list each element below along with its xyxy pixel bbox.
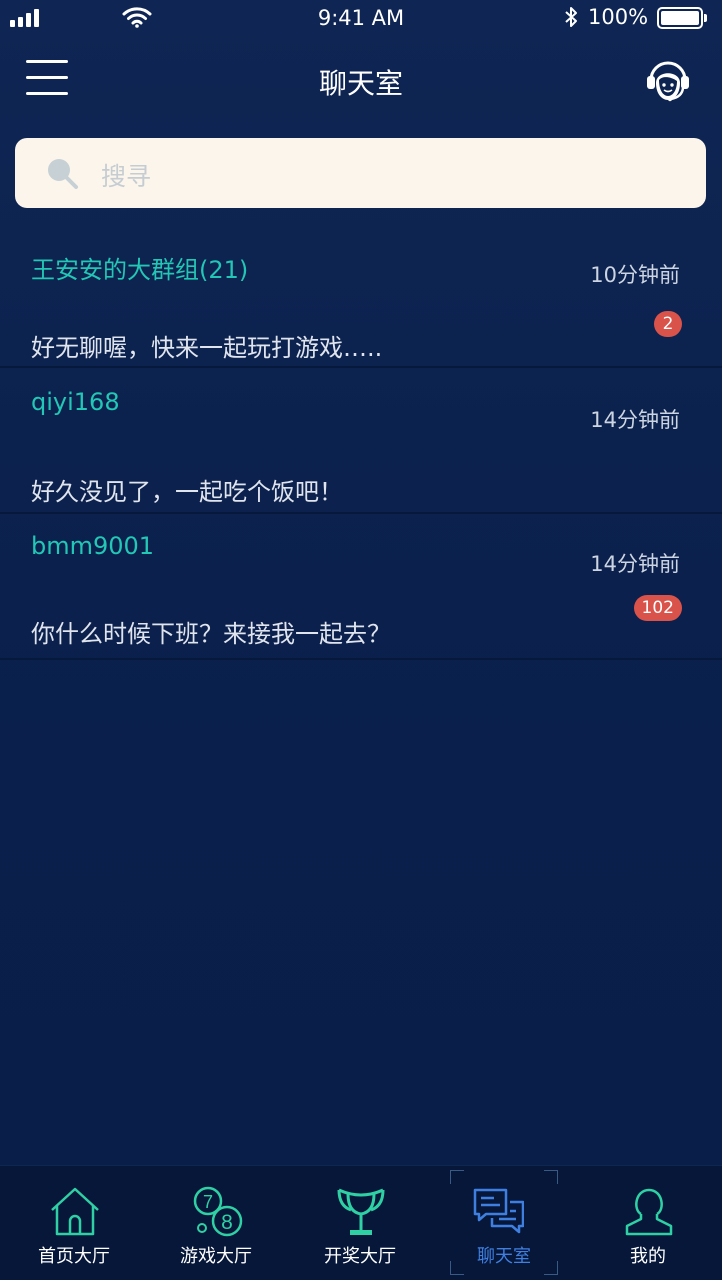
svg-text:8: 8 [221,1211,233,1234]
battery-icon [657,7,707,29]
home-icon [51,1187,99,1236]
tab-bar: 首页大厅 7 8 游戏大厅 开奖大厅 聊天室 我的 [0,1165,722,1280]
tab-label: 开奖大厅 [324,1246,396,1267]
tab-chat-room[interactable]: 聊天室 [432,1166,576,1280]
nav-bar: 聊天室 [0,40,722,120]
search-input[interactable]: 搜寻 [15,138,706,208]
chat-last-message: 你什么时候下班？来接我一起去？ [31,620,391,648]
chat-name: qiyi168 [31,388,120,416]
lottery-balls-icon: 7 8 [193,1186,243,1237]
chat-icon [473,1188,524,1234]
search-icon [48,159,78,189]
chat-item-group[interactable]: 王安安的大群组(21) 10分钟前 2 好无聊喔，快来一起玩打游戏….. [0,222,722,368]
tab-lottery-results[interactable]: 开奖大厅 [288,1166,432,1280]
unread-badge: 2 [654,311,682,337]
chat-time: 14分钟前 [590,408,680,432]
battery-percent: 100% [588,5,649,29]
chat-item-qiyi168[interactable]: qiyi168 14分钟前 好久没见了，一起吃个饭吧！ [0,368,722,514]
tab-me[interactable]: 我的 [576,1166,720,1280]
customer-service-icon[interactable] [644,56,692,104]
chat-list: 王安安的大群组(21) 10分钟前 2 好无聊喔，快来一起玩打游戏….. qiy… [0,222,722,660]
chat-last-message: 好久没见了，一起吃个饭吧！ [31,478,343,506]
bluetooth-icon [565,7,577,27]
chat-name: bmm9001 [31,532,155,560]
tab-label: 首页大厅 [38,1246,110,1267]
status-bar: 9:41 AM 100% [0,0,722,36]
chat-time: 14分钟前 [590,552,680,576]
chat-name: 王安安的大群组(21) [31,256,249,284]
menu-icon[interactable] [26,60,68,96]
chat-last-message: 好无聊喔，快来一起玩打游戏….. [31,334,383,362]
tab-label: 游戏大厅 [180,1246,252,1267]
unread-badge: 102 [633,595,682,621]
page-title: 聊天室 [318,67,403,100]
trophy-icon [337,1188,385,1235]
svg-text:7: 7 [203,1192,213,1212]
tab-label: 我的 [630,1246,666,1267]
search-placeholder: 搜寻 [101,162,152,191]
chat-item-bmm9001[interactable]: bmm9001 14分钟前 102 你什么时候下班？来接我一起去？ [0,514,722,660]
chat-time: 10分钟前 [590,263,680,287]
chat-room-screen: 9:41 AM 100% 聊天室 搜寻 王安安的大群组(21) 10分钟前 2 … [0,0,722,1280]
tab-games[interactable]: 7 8 游戏大厅 [144,1166,288,1280]
tab-home[interactable]: 首页大厅 [2,1166,146,1280]
tab-label: 聊天室 [477,1246,531,1267]
user-icon [625,1188,673,1236]
